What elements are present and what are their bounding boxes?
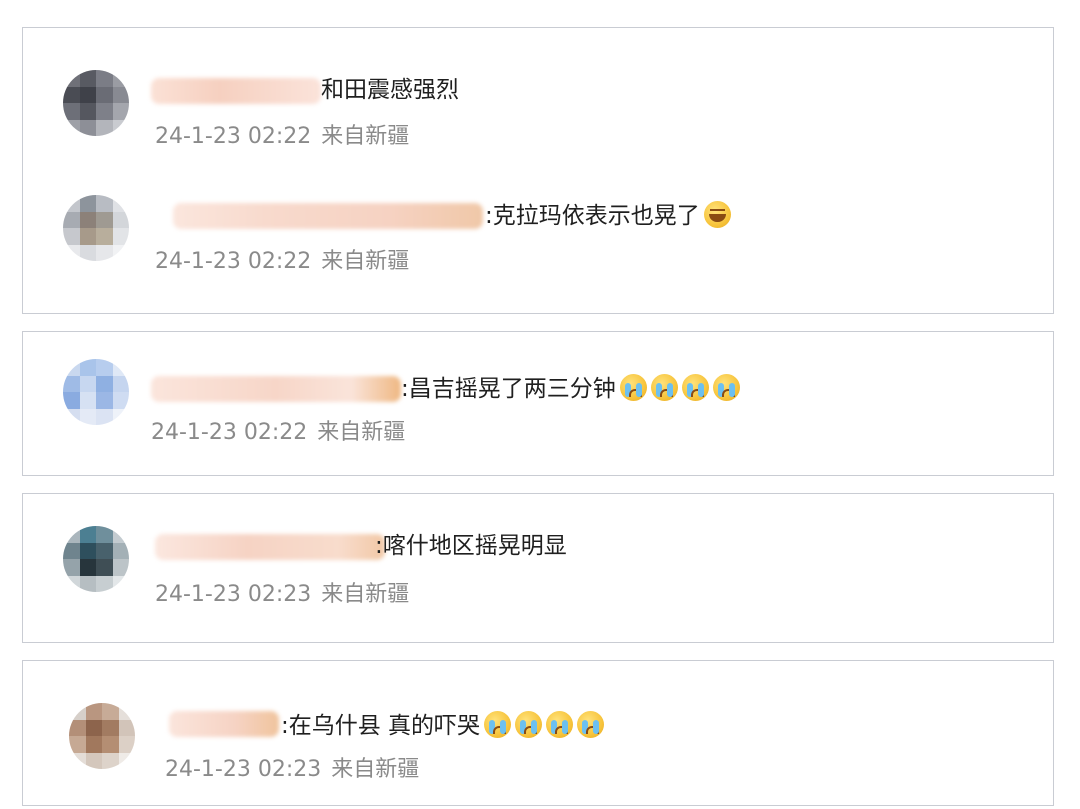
cry-emoji-icon	[546, 711, 574, 738]
comment-item: 和田震感强烈 24-1-23 02:22 来自新疆	[23, 28, 1053, 149]
comment-text-body: :克拉玛依表示也晃了	[485, 203, 700, 229]
comment-card-2: :昌吉摇晃了两三分钟 24-1-23 02:22 来自新疆	[22, 331, 1054, 476]
comment-location: 来自新疆	[321, 249, 410, 274]
avatar[interactable]	[63, 70, 129, 136]
comment-timestamp: 24-1-23 02:23	[155, 582, 312, 607]
comment-text: 和田震感强烈	[321, 77, 459, 103]
comment-timestamp: 24-1-23 02:22	[155, 249, 312, 274]
comment-location: 来自新疆	[321, 582, 410, 607]
comment-item: :克拉玛依表示也晃了 24-1-23 02:22 来自新疆	[23, 153, 1053, 274]
username-blurred[interactable]	[151, 78, 321, 104]
comment-card-1: 和田震感强烈 24-1-23 02:22 来自新疆 :克拉玛依表示也晃了 24-1…	[22, 27, 1054, 314]
comment-text-body: :昌吉摇晃了两三分钟	[401, 376, 616, 402]
comment-text-body: :在乌什县 真的吓哭	[281, 713, 481, 739]
username-blurred[interactable]	[151, 376, 401, 402]
comment-card-3: :喀什地区摇晃明显 24-1-23 02:23 来自新疆	[22, 493, 1054, 643]
laugh-emoji-icon	[703, 201, 731, 228]
comment-text: :昌吉摇晃了两三分钟	[401, 374, 740, 403]
comment-item: :在乌什县 真的吓哭 24-1-23 02:23 来自新疆	[23, 661, 1053, 782]
comment-location: 来自新疆	[331, 757, 420, 782]
cry-emoji-icon	[619, 374, 647, 401]
comment-meta: 24-1-23 02:22 来自新疆	[155, 249, 409, 275]
comment-card-4: :在乌什县 真的吓哭 24-1-23 02:23 来自新疆	[22, 660, 1054, 806]
comment-meta: 24-1-23 02:23 来自新疆	[165, 757, 419, 783]
avatar[interactable]	[63, 359, 129, 425]
username-blurred[interactable]	[169, 711, 279, 737]
avatar[interactable]	[69, 703, 135, 769]
cry-emoji-icon	[650, 374, 678, 401]
comment-text: :在乌什县 真的吓哭	[281, 711, 605, 740]
avatar[interactable]	[63, 195, 129, 261]
cry-emoji-icon	[515, 711, 543, 738]
avatar[interactable]	[63, 526, 129, 592]
username-blurred[interactable]	[155, 534, 385, 560]
comment-location: 来自新疆	[317, 420, 406, 445]
cry-emoji-icon	[577, 711, 605, 738]
comment-item: :昌吉摇晃了两三分钟 24-1-23 02:22 来自新疆	[23, 332, 1053, 445]
comment-meta: 24-1-23 02:22 来自新疆	[155, 124, 409, 150]
comment-timestamp: 24-1-23 02:23	[165, 757, 322, 782]
comment-meta: 24-1-23 02:23 来自新疆	[155, 582, 409, 608]
comment-timestamp: 24-1-23 02:22	[151, 420, 308, 445]
comment-text: :喀什地区摇晃明显	[375, 533, 567, 559]
cry-emoji-icon	[484, 711, 512, 738]
comment-item: :喀什地区摇晃明显 24-1-23 02:23 来自新疆	[23, 494, 1053, 607]
username-blurred[interactable]	[173, 203, 483, 229]
cry-emoji-icon	[712, 374, 740, 401]
cry-emoji-icon	[681, 374, 709, 401]
comment-meta: 24-1-23 02:22 来自新疆	[151, 420, 405, 446]
comment-text: :克拉玛依表示也晃了	[485, 201, 731, 230]
comment-location: 来自新疆	[321, 124, 410, 149]
comment-timestamp: 24-1-23 02:22	[155, 124, 312, 149]
